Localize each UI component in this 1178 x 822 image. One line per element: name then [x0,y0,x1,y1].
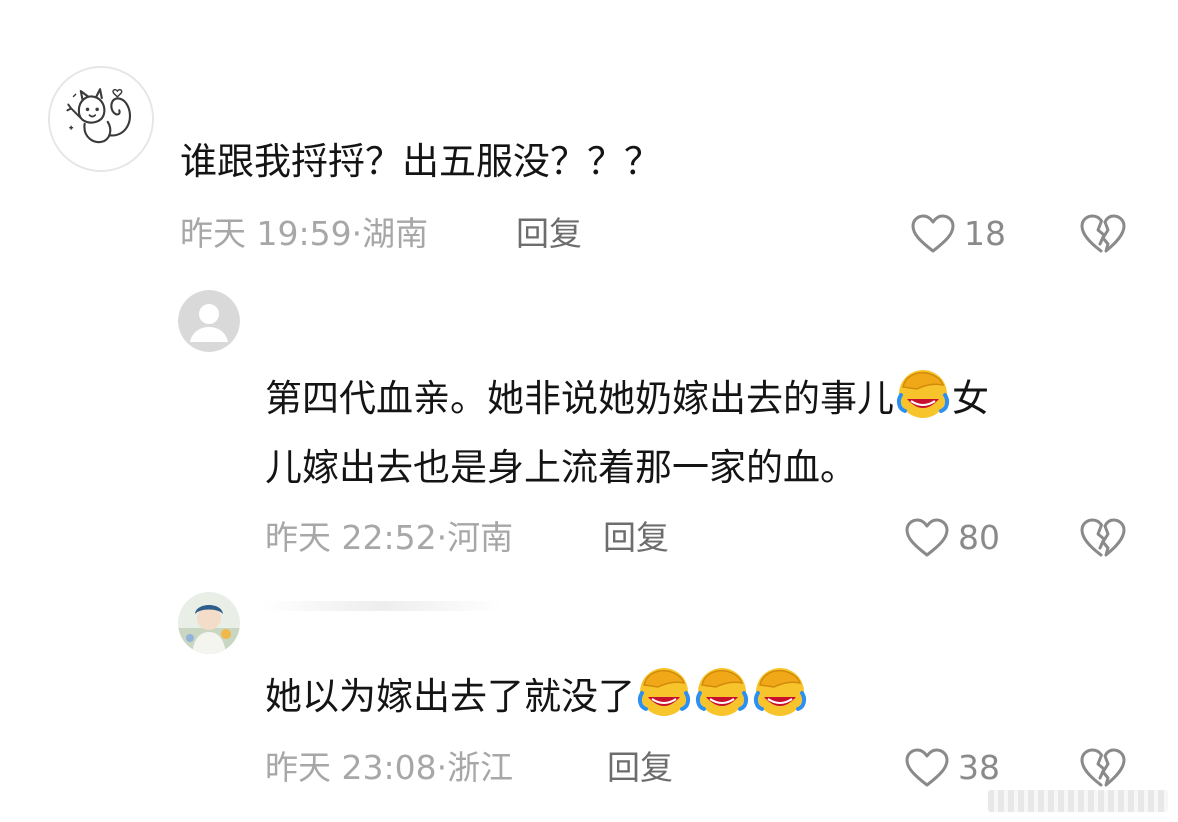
comment-meta: 昨天 19:59·湖南 [180,214,428,254]
comment-meta: 昨天 22:52·河南 [265,518,513,558]
photo-avatar-icon [178,592,240,654]
dislike-button[interactable] [1079,212,1127,256]
like-button[interactable]: 80 [904,517,1000,559]
comment-time: 昨天 22:52 [265,518,437,557]
comment-text: 她以为嫁出去了就没了 [265,663,809,728]
like-button[interactable]: 38 [904,747,1000,789]
heart-icon [905,518,949,557]
face-palm-laughing-emoji [895,365,951,421]
broken-heart-icon [1080,748,1126,787]
comment-text-part: 女 [952,377,989,420]
reply-button[interactable]: 回复 [516,214,582,254]
watermark [988,790,1168,812]
avatar[interactable] [48,66,154,172]
heart-icon [905,748,949,787]
comment-text-part: 她以为嫁出去了就没了 [265,675,635,718]
default-user-avatar-icon [178,290,240,352]
dislike-button[interactable] [1079,746,1127,790]
comment-text: 谁跟我捋捋？出五服没？？？ [180,140,661,183]
broken-heart-icon [1080,518,1126,557]
username [262,601,502,611]
meta-separator: · [436,748,448,787]
comment-text: 第四代血亲。她非说她奶嫁出去的事儿 女 [265,365,989,430]
reply-button[interactable]: 回复 [607,748,673,788]
dislike-button[interactable] [1079,516,1127,560]
avatar[interactable] [178,592,240,654]
like-count: 80 [958,518,1000,557]
like-count: 18 [964,214,1006,253]
comment-location: 湖南 [362,214,429,253]
comment-meta: 昨天 23:08·浙江 [265,748,513,788]
face-palm-laughing-emoji [752,663,808,719]
comment-location: 河南 [447,518,514,557]
comment-time: 昨天 19:59 [180,214,352,253]
like-button[interactable]: 18 [910,213,1006,255]
reply-button[interactable]: 回复 [603,518,669,558]
heart-icon [911,214,955,253]
comment-time: 昨天 23:08 [265,748,437,787]
face-palm-laughing-emoji [636,663,692,719]
squirrel-cartoon-avatar-icon [50,68,152,170]
avatar[interactable] [178,290,240,352]
meta-separator: · [436,518,448,557]
comment-location: 浙江 [447,748,514,787]
comment-text-part: 第四代血亲。她非说她奶嫁出去的事儿 [265,377,894,420]
meta-separator: · [351,214,363,253]
like-count: 38 [958,748,1000,787]
face-palm-laughing-emoji [694,663,750,719]
comment-text-line: 儿嫁出去也是身上流着那一家的血。 [265,446,857,489]
broken-heart-icon [1080,214,1126,253]
